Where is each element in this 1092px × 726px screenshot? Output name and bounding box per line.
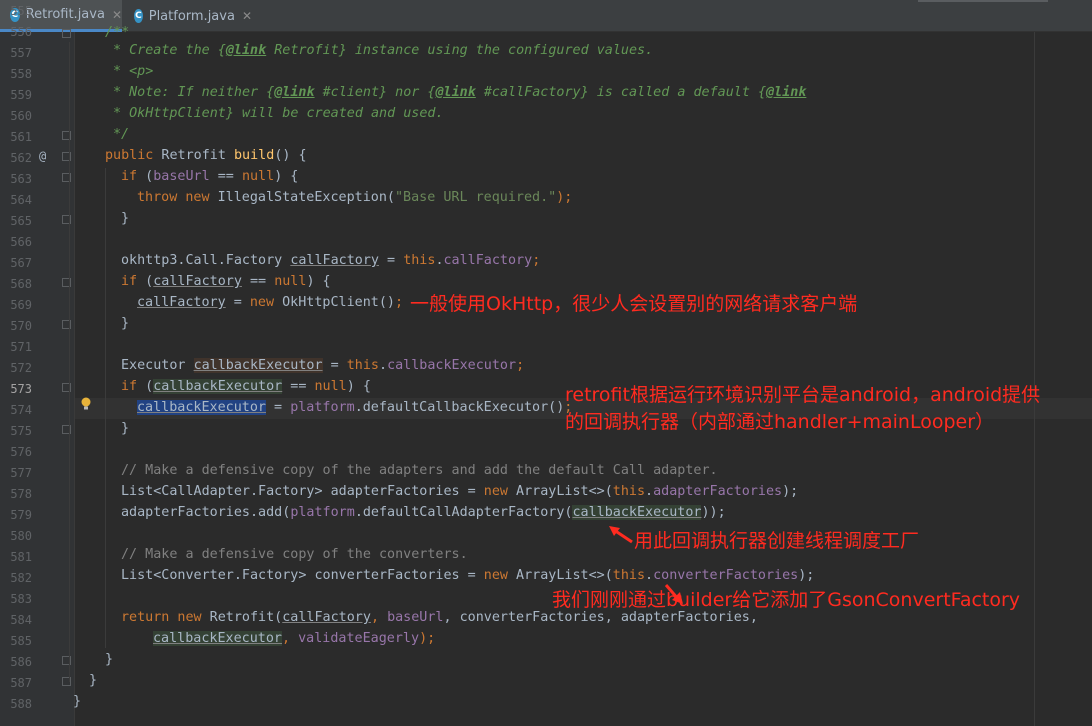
- annotation-platform-line2: 的回调执行器（内部通过handler+mainLooper）: [565, 411, 995, 433]
- line-number: 582: [10, 571, 32, 585]
- java-class-icon: C: [134, 9, 143, 23]
- code-line: if (callFactory == null) {: [121, 274, 331, 289]
- line-number: 581: [10, 550, 32, 564]
- close-icon[interactable]: ✕: [242, 9, 252, 23]
- annotation-converter: 我们刚刚通过builder给它添加了GsonConvertFactory: [552, 589, 1021, 611]
- code-line: * <p>: [113, 64, 154, 79]
- code-line-current: callbackExecutor = platform.defaultCallb…: [137, 400, 573, 415]
- code-line: }: [89, 673, 98, 688]
- line-number: 563: [10, 172, 32, 186]
- line-number: 562: [10, 151, 32, 165]
- code-line: }: [105, 652, 114, 667]
- code-line: */: [113, 127, 130, 142]
- code-line: }: [73, 694, 82, 709]
- code-line: okhttp3.Call.Factory callFactory = this.…: [121, 253, 541, 268]
- line-number: 568: [10, 277, 32, 291]
- code-line: }: [121, 211, 130, 226]
- annotation-platform-line1: retrofit根据运行环境识别平台是android，android提供: [565, 384, 1041, 406]
- line-number: 578: [10, 487, 32, 501]
- line-number: 577: [10, 466, 32, 480]
- line-number: 583: [10, 592, 32, 606]
- annotation-call-adapter: 用此回调执行器创建线程调度工厂: [634, 530, 920, 552]
- code-line: List<Converter.Factory> converterFactori…: [121, 568, 815, 583]
- line-number: 567: [10, 256, 32, 270]
- line-number: 584: [10, 613, 32, 627]
- tab-bar-divider: [918, 0, 1048, 2]
- line-number: 576: [10, 445, 32, 459]
- line-number: 585: [10, 634, 32, 648]
- code-line: public Retrofit build() {: [105, 148, 307, 163]
- line-number: 561: [10, 130, 32, 144]
- line-number: 573: [10, 382, 32, 396]
- code-line: callbackExecutor, validateEagerly);: [153, 631, 436, 646]
- line-number: 559: [10, 88, 32, 102]
- code-line: * Note: If neither {@link #client} nor {…: [113, 85, 807, 100]
- close-icon[interactable]: ✕: [112, 8, 122, 22]
- tab-label: Platform.java: [148, 8, 235, 24]
- tab-platform-java[interactable]: C Platform.java ✕: [124, 0, 252, 32]
- code-line: List<CallAdapter.Factory> adapterFactori…: [121, 484, 799, 499]
- code-line: adapterFactories.add(platform.defaultCal…: [121, 505, 726, 520]
- editor-tab-bar: C Retrofit.java ✕ C Platform.java ✕: [0, 0, 1092, 32]
- code-line: // Make a defensive copy of the adapters…: [121, 463, 718, 478]
- line-number: 588: [10, 697, 32, 711]
- line-number: 560: [10, 109, 32, 123]
- code-line: }: [121, 421, 130, 436]
- line-number: 579: [10, 508, 32, 522]
- fold-marker[interactable]: [62, 29, 71, 38]
- line-number: 570: [10, 319, 32, 333]
- line-number: 556: [10, 25, 32, 39]
- line-number: 566: [10, 235, 32, 249]
- tab-label: Retrofit.java: [25, 7, 105, 22]
- annotation-arrow-icon: [609, 526, 633, 544]
- line-number: 587: [10, 676, 32, 690]
- indent-guide: [69, 42, 70, 682]
- line-number: 571: [10, 340, 32, 354]
- annotation-okhttp: 一般使用OkHttp，很少人会设置别的网络请求客户端: [410, 293, 858, 315]
- line-number: 580: [10, 529, 32, 543]
- line-number: 558: [10, 67, 32, 81]
- indent-guide: [105, 168, 106, 648]
- line-number: 564: [10, 193, 32, 207]
- line-number: 555: [10, 4, 32, 18]
- code-line: if (baseUrl == null) {: [121, 169, 299, 184]
- right-margin-guide: [1034, 32, 1035, 726]
- code-line: Executor callbackExecutor = this.callbac…: [121, 358, 525, 373]
- line-number: 569: [10, 298, 32, 312]
- line-number: 572: [10, 361, 32, 375]
- code-line: * Create the {@link Retrofit} instance u…: [113, 43, 654, 58]
- lightbulb-icon[interactable]: [80, 397, 92, 411]
- gutter-separator: [74, 32, 75, 726]
- code-line: * OkHttpClient} will be created and used…: [113, 106, 444, 121]
- code-line: }: [121, 316, 130, 331]
- line-number: 557: [10, 46, 32, 60]
- line-number: 574: [10, 403, 32, 417]
- code-line: callFactory = new OkHttpClient();: [137, 295, 404, 310]
- code-line: // Make a defensive copy of the converte…: [121, 547, 468, 562]
- annotation-arrow-icon: [664, 584, 683, 604]
- line-number: 565: [10, 214, 32, 228]
- override-marker-icon[interactable]: @: [39, 146, 46, 167]
- code-line: if (callbackExecutor == null) {: [121, 379, 371, 394]
- code-line: throw new IllegalStateException("Base UR…: [137, 190, 573, 205]
- line-number: 586: [10, 655, 32, 669]
- line-number: 575: [10, 424, 32, 438]
